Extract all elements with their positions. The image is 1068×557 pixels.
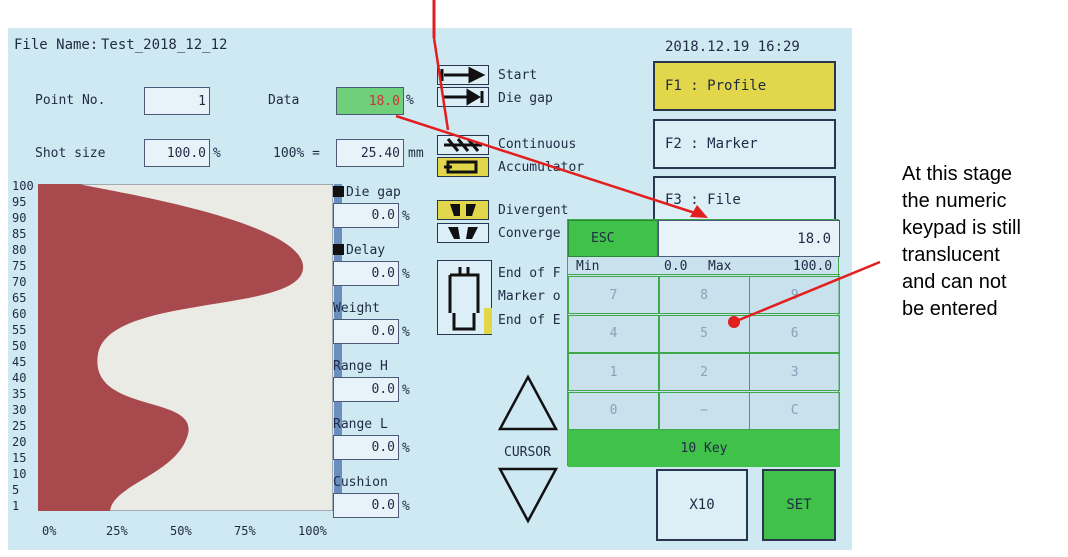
annotation-line: and can not xyxy=(902,271,1007,293)
annotation-text: At this stage the numeric keypad is still t… xyxy=(902,161,1021,323)
arrow-to-keypad-line xyxy=(395,114,696,215)
callout-line xyxy=(733,260,881,324)
annotation-line: the numeric xyxy=(902,190,1007,212)
annotation-line: be entered xyxy=(902,298,998,320)
arrow-to-divider-line xyxy=(432,37,450,131)
annotation-line: keypad is still xyxy=(902,217,1021,239)
annotation-line: At this stage xyxy=(902,163,1013,185)
annotation-line: translucent xyxy=(902,244,1000,266)
callout-dot-icon xyxy=(728,316,740,328)
